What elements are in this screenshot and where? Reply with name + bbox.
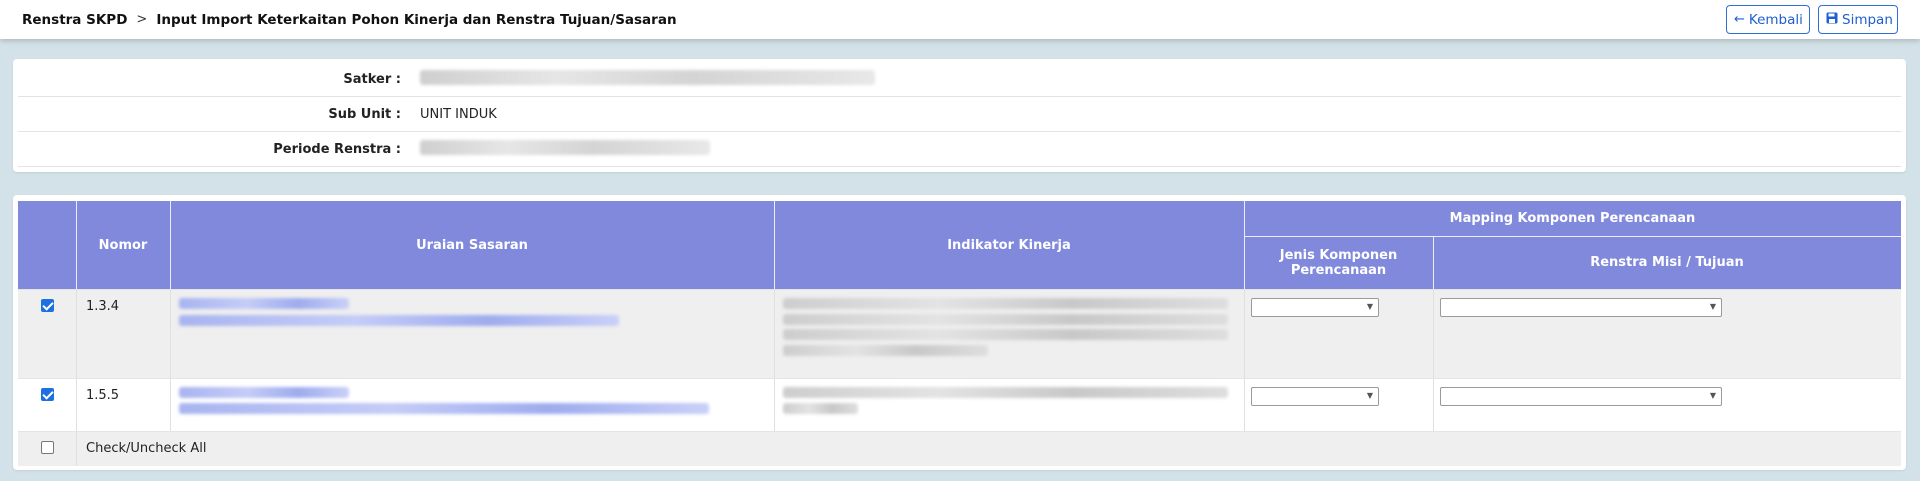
- header-indikator-kinerja: Indikator Kinerja: [774, 201, 1244, 289]
- arrow-left-icon: ←: [1734, 12, 1745, 27]
- info-card: Satker : Sub Unit : UNIT INDUK Periode R…: [13, 59, 1906, 172]
- periode-row: Periode Renstra :: [18, 132, 1901, 167]
- periode-label: Periode Renstra :: [273, 141, 401, 157]
- check-all-row: Check/Uncheck All: [18, 431, 1901, 466]
- uraian-link-text[interactable]: [179, 315, 619, 326]
- jenis-komponen-select[interactable]: ▼: [1251, 387, 1379, 406]
- page-title: Input Import Keterkaitan Pohon Kinerja d…: [156, 11, 677, 28]
- floppy-disk-icon: [1826, 12, 1838, 27]
- save-button-label: Simpan: [1842, 11, 1893, 28]
- indikator-text: [783, 329, 1228, 340]
- back-button-label: Kembali: [1748, 11, 1803, 28]
- satker-label: Satker :: [343, 71, 401, 87]
- renstra-misi-select[interactable]: ▼: [1440, 298, 1722, 317]
- check-all-label: Check/Uncheck All: [86, 441, 207, 456]
- periode-value: [420, 139, 710, 159]
- chevron-down-icon: ▼: [1709, 391, 1716, 400]
- check-all-checkbox[interactable]: [41, 441, 54, 454]
- header-nomor: Nomor: [76, 201, 170, 289]
- header-jenis-komponen: Jenis Komponen Perencanaan: [1244, 236, 1433, 289]
- uraian-link-text[interactable]: [179, 403, 709, 414]
- uraian-link-title[interactable]: [179, 298, 349, 309]
- header-uraian-sasaran: Uraian Sasaran: [170, 201, 774, 289]
- header-checkbox-col: [18, 201, 76, 289]
- save-button[interactable]: Simpan: [1818, 5, 1898, 34]
- subunit-value: UNIT INDUK: [420, 106, 497, 122]
- top-bar: Renstra SKPD > Input Import Keterkaitan …: [0, 0, 1920, 39]
- indikator-text: [783, 314, 1228, 325]
- table-row: 1.5.5 ▼ ▼: [18, 378, 1901, 431]
- subunit-label: Sub Unit :: [328, 106, 401, 122]
- indikator-text: [783, 345, 988, 356]
- uraian-link-title[interactable]: [179, 387, 349, 398]
- chevron-down-icon: ▼: [1366, 391, 1373, 400]
- row-checkbox[interactable]: [41, 299, 54, 312]
- mapping-table-card: Nomor Uraian Sasaran Indikator Kinerja M…: [13, 195, 1906, 470]
- header-actions: ← Kembali Simpan: [1726, 5, 1898, 34]
- satker-row: Satker :: [18, 62, 1901, 97]
- header-mapping: Mapping Komponen Perencanaan: [1244, 201, 1901, 236]
- row-nomor: 1.5.5: [86, 388, 120, 403]
- indikator-text: [783, 298, 1228, 309]
- renstra-misi-select[interactable]: ▼: [1440, 387, 1722, 406]
- indikator-text: [783, 387, 1228, 398]
- breadcrumb-separator: >: [136, 12, 148, 27]
- back-button[interactable]: ← Kembali: [1726, 5, 1810, 34]
- subunit-row: Sub Unit : UNIT INDUK: [18, 97, 1901, 132]
- indikator-text: [783, 403, 858, 414]
- chevron-down-icon: ▼: [1366, 302, 1373, 311]
- satker-value: [420, 69, 875, 89]
- row-checkbox[interactable]: [41, 388, 54, 401]
- jenis-komponen-select[interactable]: ▼: [1251, 298, 1379, 317]
- header-renstra-misi-tujuan: Renstra Misi / Tujuan: [1433, 236, 1901, 289]
- row-nomor: 1.3.4: [86, 299, 120, 314]
- chevron-down-icon: ▼: [1709, 302, 1716, 311]
- breadcrumb-root[interactable]: Renstra SKPD: [22, 12, 127, 28]
- table-row: 1.3.4 ▼ ▼: [18, 289, 1901, 378]
